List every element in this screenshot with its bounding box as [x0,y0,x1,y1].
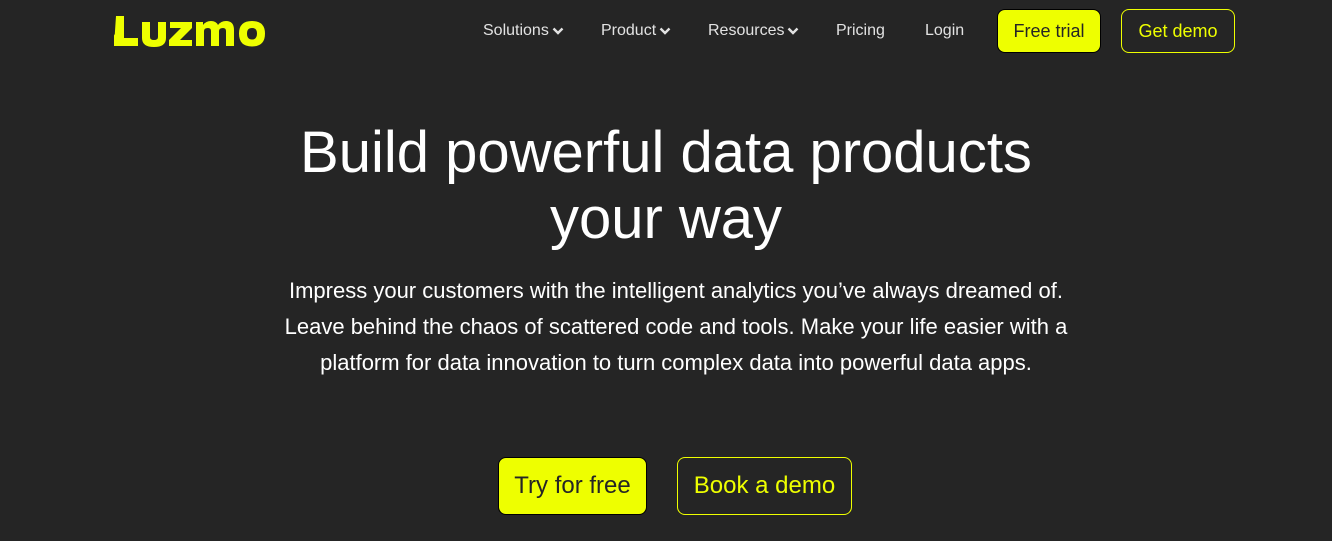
nav-item-label: Pricing [836,22,885,39]
nav-item-login[interactable]: Login [925,20,964,42]
free-trial-button[interactable]: Free trial [997,9,1101,53]
chevron-down-icon [552,27,564,35]
hero-headline-line-2: your way [549,186,783,251]
nav-item-resources[interactable]: Resources [708,20,799,42]
chevron-down-icon [659,27,671,35]
nav-item-label: Login [925,22,965,39]
nav-item-product[interactable]: Product [601,20,671,42]
hero-headline: Build powerful data products your way [0,120,1332,252]
nav-item-label: Solutions [483,22,549,39]
site-header: Solutions Product Resources Pricing Logi… [0,0,1332,62]
nav-item-label: Resources [708,22,785,39]
nav-item-solutions[interactable]: Solutions [483,20,564,42]
chevron-down-icon [788,27,799,35]
book-a-demo-button[interactable]: Book a demo [677,457,852,515]
luzmo-logo[interactable] [114,12,266,56]
nav-item-pricing[interactable]: Pricing [836,20,885,42]
nav-item-label: Product [601,22,657,39]
try-for-free-button[interactable]: Try for free [498,457,647,515]
get-demo-button[interactable]: Get demo [1121,9,1235,53]
hero-headline-line-1: Build powerful data products [300,120,1032,185]
logo-wordmark-icon [114,16,265,47]
hero-description: Impress your customers with the intellig… [284,278,1068,375]
